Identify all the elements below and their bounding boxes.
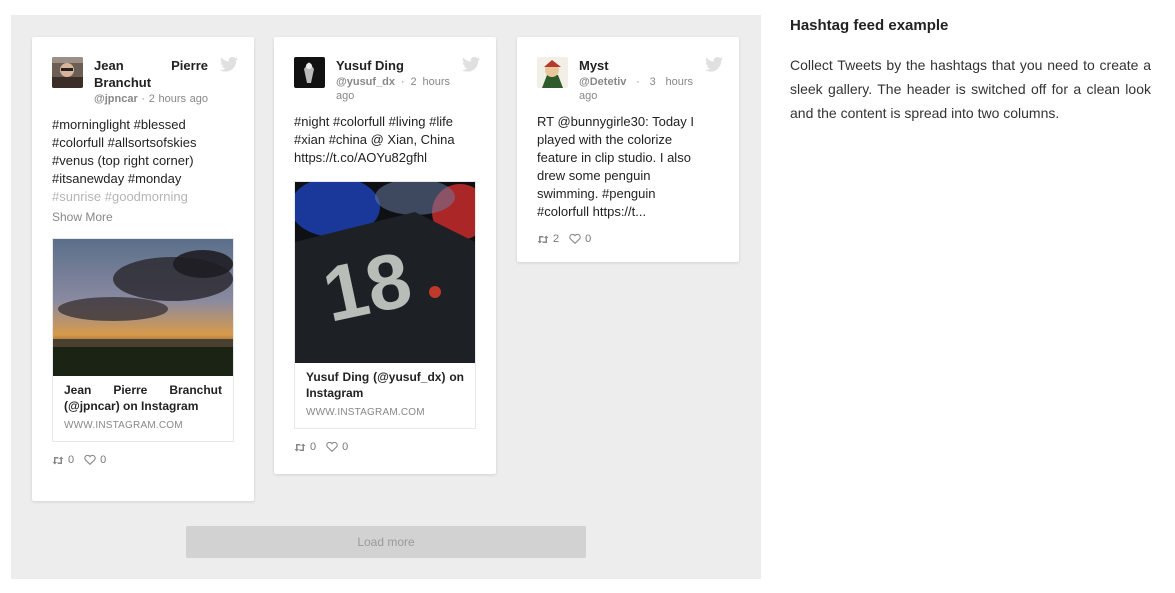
like-button[interactable]: 0: [326, 441, 348, 453]
like-button[interactable]: 0: [84, 454, 106, 466]
media-preview[interactable]: 18 Yusuf Ding (@yusuf_dx) on Instagram W…: [294, 181, 476, 429]
show-more-link[interactable]: Show More: [52, 210, 234, 224]
author-name[interactable]: Yusuf Ding: [336, 57, 450, 74]
section-title: Hashtag feed example: [790, 17, 949, 34]
author-handle[interactable]: @Detetiv: [579, 76, 626, 88]
twitter-bird-icon[interactable]: [220, 57, 238, 72]
tweet-text: #night #colorfull #living #life #xian #c…: [294, 114, 455, 165]
tweet-header: Yusuf Ding @yusuf_dx · 2 hours ago: [294, 57, 480, 103]
media-source: WWW.INSTAGRAM.COM: [306, 407, 425, 418]
author-name[interactable]: Jean Pierre Branchut: [94, 57, 208, 91]
twitter-bird-icon[interactable]: [462, 57, 480, 72]
media-image[interactable]: 18: [295, 182, 475, 363]
retweet-count: 0: [310, 441, 317, 453]
media-title[interactable]: Yusuf Ding (@yusuf_dx) on Instagram: [295, 363, 475, 401]
tweet-header: Myst @Detetiv · 3 hours ago: [537, 57, 723, 103]
load-more-button[interactable]: Load more: [186, 526, 586, 558]
retweet-icon: [537, 235, 549, 243]
retweet-icon: [52, 456, 64, 464]
description-panel: Hashtag feed example Collect Tweets by t…: [790, 16, 1151, 125]
retweet-button[interactable]: 2: [537, 233, 559, 245]
avatar[interactable]: [52, 57, 83, 88]
like-count: 0: [342, 441, 349, 453]
hashtag-feed-panel: Jean Pierre Branchut @jpncar · 2 hours a…: [11, 15, 761, 579]
tweet-time[interactable]: · 2 hours ago: [141, 93, 208, 105]
heart-icon: [84, 455, 96, 465]
retweet-icon: [294, 443, 306, 451]
retweet-count: 0: [68, 454, 75, 466]
media-source: WWW.INSTAGRAM.COM: [64, 420, 183, 431]
retweet-button[interactable]: 0: [52, 454, 74, 466]
retweet-button[interactable]: 0: [294, 441, 316, 453]
tweet-text: #morninglight #blessed #colorfull #allso…: [52, 117, 197, 204]
section-description: Collect Tweets by the hashtags that you …: [790, 57, 1151, 121]
like-button[interactable]: 0: [569, 233, 591, 245]
tweet-card[interactable]: Jean Pierre Branchut @jpncar · 2 hours a…: [32, 37, 254, 501]
heart-icon: [326, 442, 338, 452]
author-handle[interactable]: @jpncar: [94, 93, 138, 105]
tweet-text: RT @bunnygirle30: Today I played with th…: [537, 114, 695, 219]
svg-text:18: 18: [315, 234, 418, 338]
tweet-meta: @jpncar · 2 hours ago: [94, 92, 208, 106]
media-preview[interactable]: Jean Pierre Branchut (@jpncar) on Instag…: [52, 238, 234, 442]
tweet-actions: 0 0: [294, 441, 476, 467]
like-count: 0: [100, 454, 107, 466]
tweet-header: Jean Pierre Branchut @jpncar · 2 hours a…: [52, 57, 238, 106]
media-title[interactable]: Jean Pierre Branchut (@jpncar) on Instag…: [53, 376, 233, 414]
heart-icon: [569, 234, 581, 244]
tweet-actions: 2 0: [537, 233, 719, 259]
retweet-count: 2: [553, 233, 560, 245]
media-image[interactable]: [53, 239, 233, 376]
avatar[interactable]: [294, 57, 325, 88]
author-handle[interactable]: @yusuf_dx: [336, 76, 395, 88]
like-count: 0: [585, 233, 592, 245]
avatar[interactable]: [537, 57, 568, 88]
tweet-actions: 0 0: [52, 454, 234, 480]
tweet-meta: @Detetiv · 3 hours ago: [579, 75, 693, 103]
tweet-meta: @yusuf_dx · 2 hours ago: [336, 75, 450, 103]
tweet-card[interactable]: Myst @Detetiv · 3 hours ago RT @bunnygir…: [517, 37, 739, 262]
author-name[interactable]: Myst: [579, 57, 693, 74]
tweet-card[interactable]: Yusuf Ding @yusuf_dx · 2 hours ago #nigh…: [274, 37, 496, 474]
twitter-bird-icon[interactable]: [705, 57, 723, 72]
